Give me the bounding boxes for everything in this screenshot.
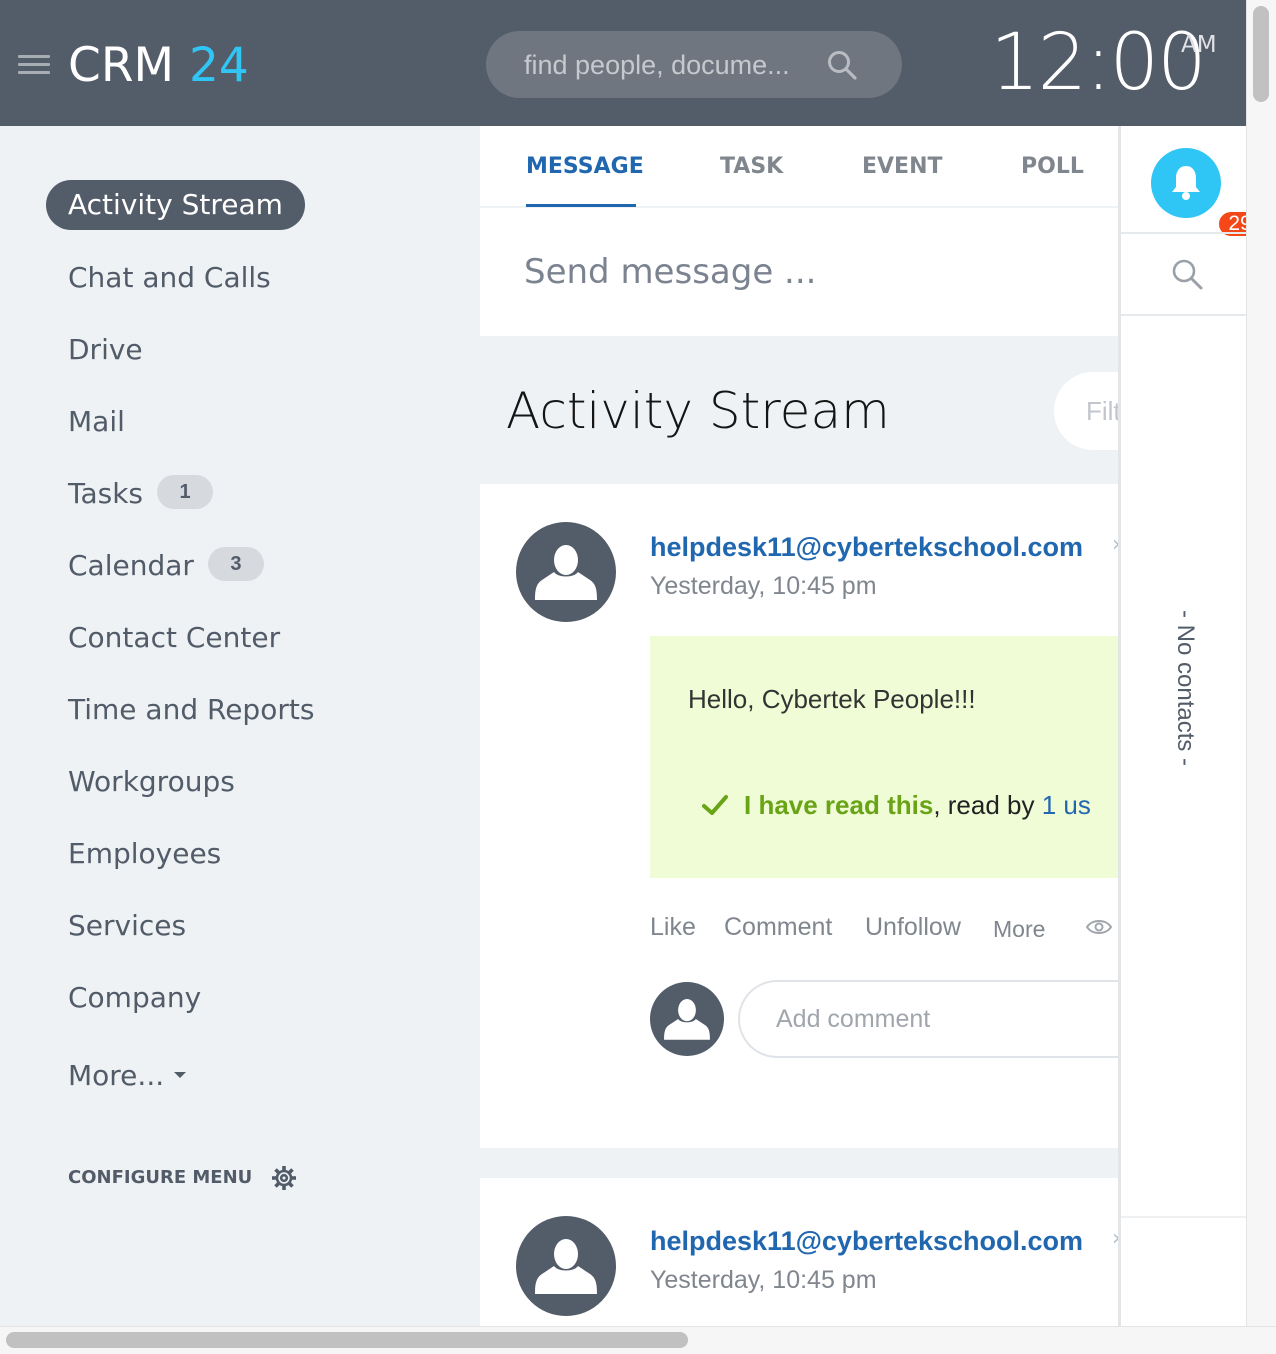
menu-item-mail[interactable]: Mail [68, 402, 125, 442]
menu-icon[interactable] [18, 52, 50, 76]
divider [1121, 314, 1246, 316]
menu-item-activity-stream[interactable]: Activity Stream [46, 180, 305, 230]
logo-text: CRM [68, 38, 175, 93]
search-input[interactable] [524, 49, 824, 81]
tab-message[interactable]: MESSAGE [526, 152, 644, 182]
unfollow-button[interactable]: Unfollow [865, 910, 961, 944]
menu-item-company[interactable]: Company [68, 978, 201, 1018]
menu-item-more[interactable]: More... [68, 1056, 187, 1096]
no-contacts-label: - No contacts - [1172, 609, 1199, 767]
read-by-text: , read by [933, 790, 1042, 820]
message-body: Hello, Cybertek People!!! I have read th… [650, 636, 1130, 878]
page-title: Activity Stream [506, 382, 890, 440]
more-button[interactable]: More [993, 912, 1045, 946]
menu-item-label: Services [68, 909, 187, 942]
like-button[interactable]: Like [650, 910, 696, 944]
divider [1121, 1216, 1246, 1218]
menu-item-label: Time and Reports [68, 693, 315, 726]
search-icon[interactable] [1169, 256, 1205, 292]
calendar-counter-badge: 3 [207, 547, 264, 581]
right-sidebar: 29 - No contacts - [1118, 126, 1246, 1326]
post-author-link[interactable]: helpdesk11@cybertekschool.com [650, 530, 1083, 564]
eye-icon [1086, 920, 1112, 934]
vertical-scrollbar[interactable] [1246, 0, 1276, 1326]
menu-item-time-and-reports[interactable]: Time and Reports [68, 690, 314, 730]
post-composer: MESSAGE TASK EVENT POLL [480, 126, 1118, 336]
search-box[interactable] [486, 31, 902, 98]
post-author-link[interactable]: helpdesk11@cybertekschool.com [650, 1224, 1083, 1258]
menu-item-label: More... [68, 1059, 165, 1092]
send-message-input[interactable] [524, 248, 1084, 296]
menu-item-label: Tasks [68, 477, 144, 510]
menu-item-services[interactable]: Services [68, 906, 186, 946]
check-icon [702, 795, 728, 815]
viewport: CRM 24 12:00 AM Activity Stream Chat and… [0, 0, 1246, 1326]
bell-icon [1172, 166, 1200, 200]
menu-item-contact-center[interactable]: Contact Center [68, 618, 280, 658]
menu-item-employees[interactable]: Employees [68, 834, 221, 874]
tab-event[interactable]: EVENT [862, 152, 943, 182]
clock-ampm: AM [1181, 32, 1217, 58]
menu-item-workgroups[interactable]: Workgroups [68, 762, 235, 802]
menu-item-label: Chat and Calls [68, 261, 271, 294]
gear-icon[interactable] [270, 1164, 298, 1192]
composer-tabs: MESSAGE TASK EVENT POLL [480, 126, 1118, 208]
read-by-users-link[interactable]: 1 us [1042, 790, 1091, 820]
tasks-counter-badge: 1 [157, 475, 214, 509]
post-date[interactable]: Yesterday, 10:45 pm [650, 570, 877, 602]
menu-item-label: Mail [68, 405, 125, 438]
post-date[interactable]: Yesterday, 10:45 pm [650, 1264, 877, 1296]
menu-item-calendar[interactable]: Calendar 3 [68, 546, 264, 586]
chevron-down-icon [174, 1072, 187, 1078]
menu-item-label: Workgroups [68, 765, 235, 798]
menu-item-label: Company [68, 981, 202, 1014]
notifications-button[interactable]: 29 [1151, 148, 1246, 238]
configure-menu-button[interactable]: CONFIGURE MENU [68, 1163, 252, 1193]
add-comment-input[interactable] [738, 980, 1158, 1058]
active-tab-indicator [526, 204, 636, 207]
menu-item-label: Drive [68, 333, 143, 366]
horizontal-scrollbar-thumb[interactable] [6, 1332, 688, 1348]
read-confirmation: I have read this, read by 1 us [744, 788, 1091, 822]
menu-item-drive[interactable]: Drive [68, 330, 143, 370]
i-have-read-this-link[interactable]: I have read this [744, 790, 933, 820]
comment-user-avatar-icon [650, 982, 724, 1056]
tab-poll[interactable]: POLL [1021, 152, 1084, 182]
divider [1121, 232, 1246, 234]
top-header: CRM 24 12:00 AM [0, 0, 1246, 126]
clock-time[interactable]: 12:00 [990, 20, 1207, 106]
user-avatar-icon[interactable] [516, 522, 616, 622]
search-icon[interactable] [826, 49, 858, 81]
tab-task[interactable]: TASK [720, 152, 783, 182]
menu-item-chat-and-calls[interactable]: Chat and Calls [68, 258, 271, 298]
menu-item-tasks[interactable]: Tasks 1 [68, 474, 214, 514]
user-avatar-icon[interactable] [516, 1216, 616, 1316]
menu-item-label: Calendar [68, 549, 194, 582]
message-text: Hello, Cybertek People!!! [688, 684, 976, 714]
logo[interactable]: CRM 24 [68, 38, 249, 94]
logo-number: 24 [188, 38, 249, 93]
menu-item-label: Contact Center [68, 621, 281, 654]
menu-item-label: Employees [68, 837, 222, 870]
post-card: helpdesk11@cybertekschool.com › Yesterda… [480, 484, 1158, 1148]
comment-button[interactable]: Comment [724, 910, 832, 944]
vertical-scrollbar-thumb[interactable] [1253, 6, 1269, 102]
post-card: helpdesk11@cybertekschool.com › Yesterda… [480, 1178, 1140, 1326]
